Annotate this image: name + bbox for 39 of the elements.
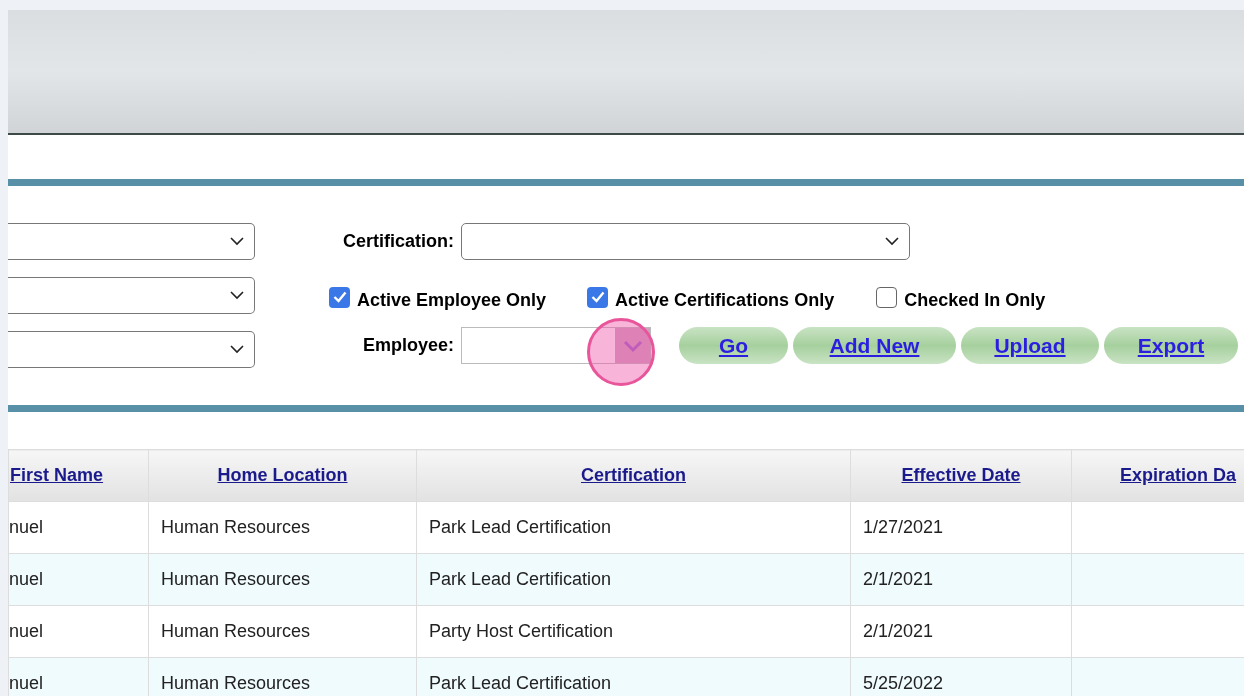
- select-field[interactable]: [8, 223, 255, 260]
- table-cell: 2/1/2021: [863, 569, 934, 589]
- table-cell: 1/27/2021: [863, 517, 944, 537]
- action-button[interactable]: Upload: [961, 327, 1099, 364]
- select-field[interactable]: [8, 331, 255, 368]
- action-button[interactable]: Add New: [793, 327, 956, 364]
- checkbox[interactable]: [329, 286, 350, 308]
- checkbox-label[interactable]: Active Employee Only: [357, 286, 547, 314]
- table-cell: Human Resources: [161, 517, 311, 537]
- chevron-down-icon[interactable]: [885, 237, 899, 246]
- table-cell: nuel: [9, 621, 44, 641]
- chevron-down-icon[interactable]: [230, 291, 244, 300]
- certification-select[interactable]: [461, 223, 910, 260]
- table-cell: Human Resources: [161, 621, 311, 641]
- action-button[interactable]: Export: [1104, 327, 1238, 364]
- column-header-link[interactable]: Home Location: [217, 465, 348, 485]
- table-cell: nuel: [9, 569, 44, 589]
- table-cell: nuel: [9, 517, 44, 537]
- select-field[interactable]: [8, 277, 255, 314]
- chevron-down-icon[interactable]: [230, 237, 244, 246]
- checkbox[interactable]: [587, 286, 609, 308]
- table-cell: Party Host Certification: [429, 621, 614, 641]
- table-cell: nuel: [9, 673, 44, 693]
- table-cell: 2/1/2021: [863, 621, 934, 641]
- checkbox-label[interactable]: Active Certifications Only: [615, 286, 835, 314]
- table-cell: Park Lead Certification: [429, 673, 612, 693]
- column-header-link[interactable]: Certification: [581, 465, 686, 485]
- checkbox-label[interactable]: Checked In Only: [904, 286, 1046, 314]
- action-button[interactable]: Go: [679, 327, 788, 364]
- checkbox[interactable]: [876, 286, 898, 308]
- chevron-down-icon[interactable]: [230, 345, 244, 354]
- table-cell: Human Resources: [161, 673, 311, 693]
- field-label: Certification:: [342, 230, 454, 253]
- table-cell: Park Lead Certification: [429, 569, 612, 589]
- table-cell: 5/25/2022: [863, 673, 944, 693]
- field-label: Employee:: [361, 334, 454, 357]
- table-cell: Human Resources: [161, 569, 311, 589]
- employee-combobox[interactable]: [461, 327, 651, 364]
- table-cell: Park Lead Certification: [429, 517, 612, 537]
